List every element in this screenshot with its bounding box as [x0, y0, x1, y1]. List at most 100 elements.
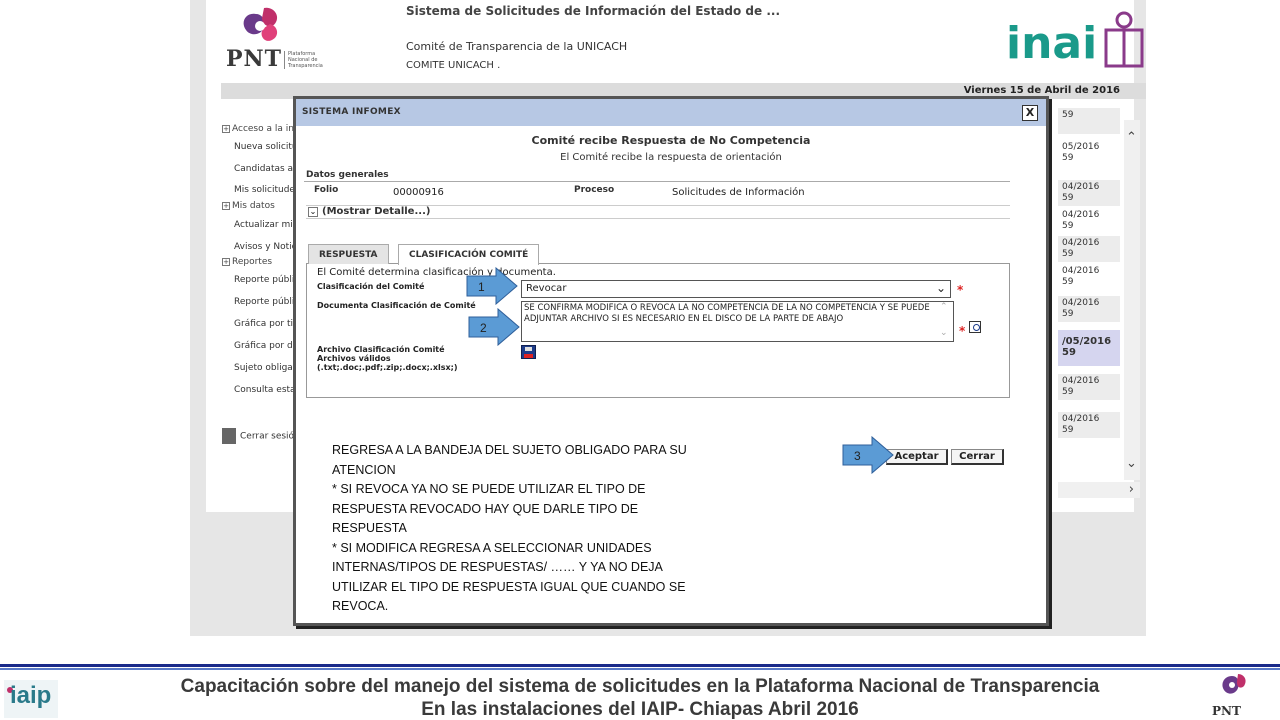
- list-item-time: 59: [1062, 193, 1074, 203]
- instruction-note: REGRESA A LA BANDEJA DEL SUJETO OBLIGADO…: [332, 441, 722, 617]
- note-line: * SI REVOCA YA NO SE PUEDE UTILIZAR EL T…: [332, 482, 646, 496]
- list-item-date: 05/2016: [1062, 142, 1100, 152]
- general-data-label: Datos generales: [306, 170, 389, 180]
- list-item-time: 59: [1062, 221, 1074, 231]
- logout-label: Cerrar sesión: [240, 431, 300, 442]
- clasificacion-select[interactable]: Revocar ⌄: [521, 280, 951, 298]
- list-item-selected[interactable]: /05/2016 59: [1058, 330, 1120, 366]
- list-item-date: /05/2016: [1062, 336, 1112, 347]
- list-item-date: 04/2016: [1062, 266, 1100, 276]
- footer-divider: [0, 664, 1280, 667]
- required-marker: *: [959, 324, 966, 338]
- committee-name: Comité de Transparencia de la UNICACH: [406, 40, 628, 53]
- expand-icon: +: [222, 201, 230, 210]
- documenta-label: Documenta Clasificación de Comité: [317, 301, 476, 310]
- note-line: RESPUESTA REVOCADO HAY QUE DARLE TIPO DE: [332, 501, 639, 516]
- list-item-date: 04/2016: [1062, 182, 1100, 192]
- clasificacion-selected-value: Revocar: [526, 283, 567, 294]
- tab-panel-clasificacion: El Comité determina clasificación y docu…: [306, 264, 1010, 398]
- vertical-scrollbar[interactable]: ⌃ ⌄: [1124, 120, 1140, 480]
- list-item-time: 59: [1062, 347, 1076, 358]
- search-icon[interactable]: [969, 321, 981, 333]
- documenta-textarea[interactable]: SE CONFIRMA MODIFICA O REVOCA LA NO COMP…: [521, 301, 954, 342]
- scroll-right-icon[interactable]: ›: [1129, 482, 1134, 497]
- list-item[interactable]: 04/2016 59: [1058, 264, 1120, 290]
- sidebar-item-label: Reportes: [232, 257, 273, 267]
- proceso-value: Solicitudes de Información: [672, 187, 805, 198]
- list-item[interactable]: 04/2016 59: [1058, 208, 1120, 234]
- callout-arrow-3: 3: [842, 436, 894, 474]
- footer-title: Capacitación sobre del manejo del sistem…: [180, 676, 1100, 697]
- general-data-divider: [304, 170, 1010, 182]
- save-disk-icon[interactable]: [521, 345, 536, 359]
- list-item-date: 04/2016: [1062, 238, 1100, 248]
- pnt-logo-subtitle: Plataforma Nacional de Transparencia: [284, 51, 334, 69]
- clasificacion-label: Clasificación del Comité: [317, 282, 425, 291]
- expand-icon: +: [222, 257, 230, 266]
- sidebar-section-reportes[interactable]: + Reportes: [222, 257, 272, 267]
- inai-logo-icon: inai: [1006, 11, 1144, 69]
- scroll-up-icon[interactable]: ⌃: [1126, 130, 1137, 145]
- pnt-footer-logo-text: PNT: [1212, 704, 1241, 718]
- scroll-down-icon[interactable]: ⌄: [1126, 456, 1137, 471]
- note-line: INTERNAS/TIPOS DE RESPUESTAS/ …… Y YA NO…: [332, 560, 663, 574]
- archivos-validos-label: Archivos válidos: [317, 354, 391, 363]
- accept-button[interactable]: Aceptar: [886, 449, 948, 465]
- list-item[interactable]: 59: [1058, 108, 1120, 134]
- show-detail-toggle[interactable]: ⌄ (Mostrar Detalle...): [306, 205, 1010, 219]
- callout-arrow-1: 1: [466, 267, 518, 305]
- note-line: UTILIZAR EL TIPO DE RESPUESTA IGUAL QUE …: [332, 579, 686, 594]
- system-title: Sistema de Solicitudes de Información de…: [406, 4, 781, 18]
- list-item[interactable]: 05/2016 59: [1058, 140, 1120, 166]
- folio-label: Folio: [314, 185, 339, 195]
- logout-icon: [222, 428, 236, 444]
- close-button[interactable]: Cerrar: [951, 449, 1004, 465]
- list-item[interactable]: 04/2016 59: [1058, 180, 1120, 206]
- sidebar-section-mis-datos[interactable]: + Mis datos: [222, 201, 275, 211]
- tab-clasificacion-comite[interactable]: CLASIFICACIÓN COMITÉ: [398, 244, 540, 265]
- close-icon[interactable]: X: [1022, 105, 1038, 121]
- list-item-time: 59: [1062, 277, 1074, 287]
- callout-number-3: 3: [854, 449, 861, 463]
- list-item[interactable]: 04/2016 59: [1058, 296, 1120, 322]
- list-item-time: 59: [1062, 153, 1074, 163]
- documenta-text: SE CONFIRMA MODIFICA O REVOCA LA NO COMP…: [524, 303, 930, 324]
- logout-link[interactable]: Cerrar sesión: [222, 428, 300, 444]
- list-item-time: 59: [1062, 110, 1074, 120]
- slide: PNT Plataforma Nacional de Transparencia…: [0, 0, 1280, 720]
- callout-number-1: 1: [478, 280, 485, 294]
- sidebar-item-mis-solicitudes[interactable]: Mis solicitudes: [234, 185, 300, 195]
- horizontal-scrollbar[interactable]: ›: [1058, 482, 1140, 498]
- callout-arrow-2: 2: [468, 308, 520, 346]
- dialog-titlebar: SISTEMA INFOMEX X: [296, 99, 1046, 126]
- list-item[interactable]: 04/2016 59: [1058, 236, 1120, 262]
- list-item-date: 04/2016: [1062, 376, 1100, 386]
- chevron-down-icon: ⌄: [308, 207, 318, 217]
- note-line: ATENCION: [332, 462, 396, 477]
- textarea-scrollbar[interactable]: ⌃ ⌄: [937, 302, 951, 341]
- proceso-label: Proceso: [574, 185, 615, 195]
- list-item[interactable]: 04/2016 59: [1058, 412, 1120, 438]
- tab-bar: RESPUESTA CLASIFICACIÓN COMITÉ: [306, 242, 1010, 265]
- scroll-up-icon[interactable]: ⌃: [940, 302, 948, 313]
- note-line: REVOCA.: [332, 599, 389, 613]
- panel-intro: El Comité determina clasificación y docu…: [317, 267, 556, 278]
- committee-code: COMITE UNICACH .: [406, 60, 501, 71]
- note-line: REGRESA A LA BANDEJA DEL SUJETO OBLIGADO…: [332, 443, 687, 457]
- list-item-date: 04/2016: [1062, 414, 1100, 424]
- list-item-date: 04/2016: [1062, 298, 1100, 308]
- footer-divider-secondary: [0, 668, 1280, 670]
- show-detail-label: (Mostrar Detalle...): [322, 206, 431, 217]
- infomex-dialog: SISTEMA INFOMEX X Comité recibe Respuest…: [293, 96, 1049, 626]
- archivos-validos-ext: (.txt;.doc;.pdf;.zip;.docx;.xlsx;): [317, 363, 458, 372]
- dialog-title: SISTEMA INFOMEX: [302, 107, 401, 117]
- current-date: Viernes 15 de Abril de 2016: [963, 85, 1120, 96]
- pnt-logo-text: PNT: [226, 46, 283, 72]
- list-item-time: 59: [1062, 425, 1074, 435]
- list-item-time: 59: [1062, 387, 1074, 397]
- expand-icon: +: [222, 124, 230, 133]
- tab-respuesta[interactable]: RESPUESTA: [308, 244, 389, 264]
- list-item[interactable]: 04/2016 59: [1058, 374, 1120, 400]
- scroll-down-icon[interactable]: ⌄: [940, 328, 948, 339]
- svg-text:inai: inai: [1006, 18, 1097, 69]
